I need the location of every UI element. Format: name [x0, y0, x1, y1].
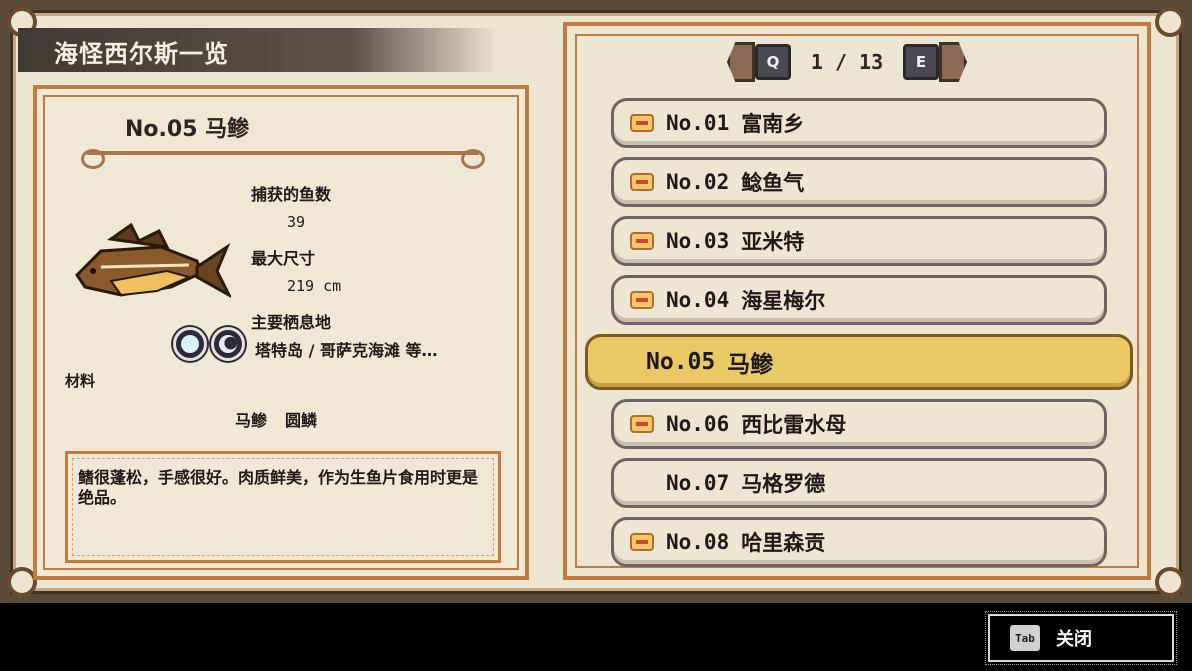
fish-number: No.05 [646, 349, 716, 375]
prev-page-arrow-icon[interactable] [727, 42, 755, 82]
crown-icon [630, 232, 654, 250]
material-list: 马鲹 圆鳞 [235, 407, 317, 431]
fish-number: No.06 [666, 412, 730, 436]
close-button[interactable]: Tab 关闭 [985, 611, 1177, 665]
crown-icon [630, 533, 654, 551]
fish-name: 西比雷水母 [741, 413, 847, 437]
habitat-label: 主要栖息地 [251, 313, 332, 332]
list-item[interactable]: No.03 亚米特 [611, 216, 1107, 266]
fish-number: No.04 [666, 288, 730, 312]
corner-ornament [1155, 7, 1185, 37]
sun-icon [173, 327, 207, 361]
tab-key-icon: Tab [1010, 625, 1040, 651]
next-page-key-button[interactable]: E [903, 44, 939, 80]
crown-icon [630, 173, 654, 191]
next-page-arrow-icon[interactable] [939, 42, 967, 82]
fish-number: No.01 [666, 111, 730, 135]
page-indicator: 1 / 13 [810, 50, 884, 74]
fish-list: No.01 富南乡 No.02 鲶鱼气 No.03 亚米特 No.04 海星梅尔… [585, 98, 1133, 576]
pager: Q 1 / 13 E [727, 42, 967, 82]
fish-description: 鳍很蓬松，手感很好。肉质鲜美，作为生鱼片食用时更是绝品。 [78, 468, 479, 507]
bottom-bar: Tab 关闭 [0, 603, 1192, 671]
list-item[interactable]: No.02 鲶鱼气 [611, 157, 1107, 207]
fish-name: 富南乡 [741, 112, 805, 136]
material-item: 马鲹 [235, 411, 268, 430]
list-item[interactable]: No.04 海星梅尔 [611, 275, 1107, 325]
fish-name: 马格罗德 [741, 472, 826, 496]
material-label: 材料 [65, 372, 96, 390]
prev-page-key-button[interactable]: Q [755, 44, 791, 80]
habitat-icons [173, 327, 245, 361]
max-size-label: 最大尺寸 [251, 249, 316, 268]
fish-number: No.03 [666, 229, 730, 253]
list-item[interactable]: No.07 马格罗德 [611, 458, 1107, 508]
fish-name: 鲶鱼气 [741, 171, 805, 195]
page-title: 海怪西尔斯一览 [18, 28, 498, 72]
max-size-value: 219 cm [287, 277, 342, 295]
list-item[interactable]: No.08 哈里森贡 [611, 517, 1107, 567]
fish-detail-panel: No.05 马鲹 捕获的鱼数 39 最大尺寸 219 cm 主要栖息地 塔特岛 … [33, 85, 529, 580]
fish-name: 亚米特 [741, 230, 805, 254]
list-item[interactable]: No.01 富南乡 [611, 98, 1107, 148]
caught-count-label: 捕获的鱼数 [251, 185, 332, 204]
description-box: 鳍很蓬松，手感很好。肉质鲜美，作为生鱼片食用时更是绝品。 [65, 451, 501, 563]
material-item: 圆鳞 [285, 411, 318, 430]
fish-name: 马鲹 [727, 352, 774, 378]
moon-icon [211, 327, 245, 361]
crown-icon [630, 415, 654, 433]
list-item[interactable]: No.06 西比雷水母 [611, 399, 1107, 449]
fish-illustration [75, 222, 231, 298]
title-divider [81, 149, 485, 169]
caught-count-value: 39 [287, 213, 306, 231]
crown-icon [630, 114, 654, 132]
habitat-value: 塔特岛 / 哥萨克海滩 等… [255, 341, 438, 360]
corner-ornament [1155, 567, 1185, 597]
close-label: 关闭 [1056, 629, 1092, 650]
fish-number: No.08 [666, 530, 730, 554]
fish-detail-title: No.05 马鲹 [125, 117, 250, 142]
fish-number: No.07 [666, 471, 730, 495]
fish-list-panel: Q 1 / 13 E No.01 富南乡 No.02 鲶鱼气 No.03 亚米特… [563, 22, 1151, 580]
fish-name: 海星梅尔 [741, 289, 826, 313]
fish-number: No.02 [666, 170, 730, 194]
fish-name: 哈里森贡 [741, 531, 826, 555]
crown-icon [630, 291, 654, 309]
list-item-selected[interactable]: No.05 马鲹 [585, 334, 1133, 390]
